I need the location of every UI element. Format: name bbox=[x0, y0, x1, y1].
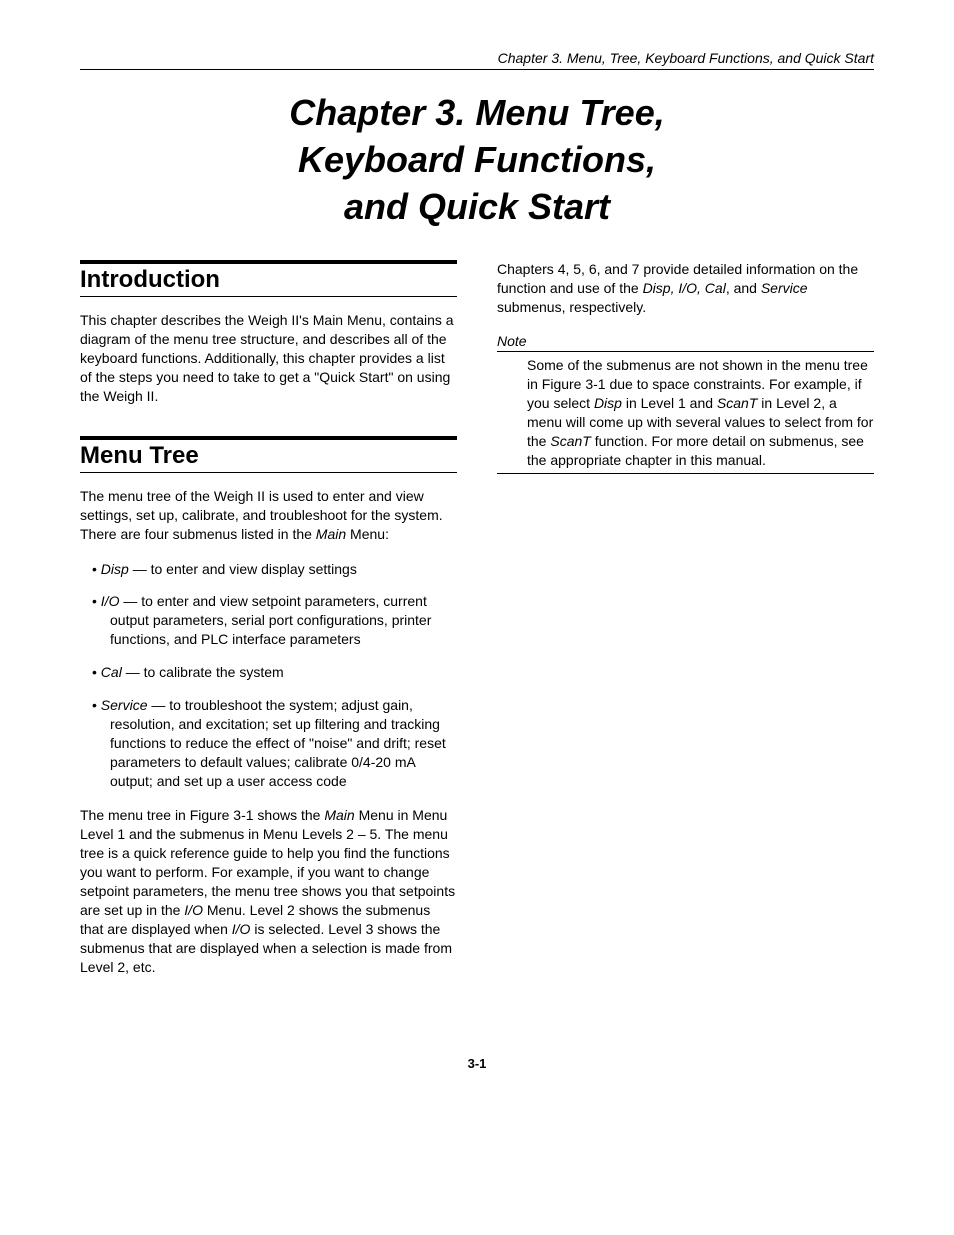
figure-para-prefix: The menu tree in Figure 3-1 shows the bbox=[80, 807, 324, 823]
chapters-para-italic2: Service bbox=[761, 280, 808, 296]
item-name: Cal bbox=[101, 664, 122, 680]
note-label: Note bbox=[497, 333, 874, 349]
note-body: Some of the submenus are not shown in th… bbox=[497, 351, 874, 474]
item-desc: — to calibrate the system bbox=[122, 664, 284, 680]
list-item: Cal — to calibrate the system bbox=[92, 663, 457, 682]
item-name: I/O bbox=[101, 593, 120, 609]
menu-tree-intro-main: Main bbox=[316, 526, 346, 542]
item-desc: — to enter and view setpoint parameters,… bbox=[110, 593, 431, 647]
page-number: 3-1 bbox=[80, 1056, 874, 1071]
introduction-section: Introduction This chapter describes the … bbox=[80, 260, 457, 405]
chapter-title-line-2: Keyboard Functions, bbox=[298, 139, 656, 180]
left-column: Introduction This chapter describes the … bbox=[80, 260, 457, 1006]
note-p2: in Level 1 and bbox=[622, 395, 717, 411]
menu-tree-intro-suffix: Menu: bbox=[346, 526, 389, 542]
introduction-heading: Introduction bbox=[80, 260, 457, 297]
item-desc: — to troubleshoot the system; adjust gai… bbox=[110, 697, 446, 789]
submenu-list: Disp — to enter and view display setting… bbox=[80, 560, 457, 791]
chapters-para-mid: , and bbox=[726, 280, 761, 296]
menu-tree-intro: The menu tree of the Weigh II is used to… bbox=[80, 487, 457, 544]
menu-tree-section: Menu Tree The menu tree of the Weigh II … bbox=[80, 436, 457, 977]
list-item: Service — to troubleshoot the system; ad… bbox=[92, 696, 457, 790]
menu-tree-figure-para: The menu tree in Figure 3-1 shows the Ma… bbox=[80, 806, 457, 976]
right-column: Chapters 4, 5, 6, and 7 provide detailed… bbox=[497, 260, 874, 1006]
menu-tree-heading: Menu Tree bbox=[80, 436, 457, 473]
figure-para-main: Main bbox=[324, 807, 354, 823]
item-name: Disp bbox=[101, 561, 129, 577]
list-item: Disp — to enter and view display setting… bbox=[92, 560, 457, 579]
chapters-para-italic: Disp, I/O, Cal bbox=[643, 280, 726, 296]
chapter-title: Chapter 3. Menu Tree, Keyboard Functions… bbox=[80, 90, 874, 230]
content-columns: Introduction This chapter describes the … bbox=[80, 260, 874, 1006]
introduction-body: This chapter describes the Weigh II's Ma… bbox=[80, 311, 457, 405]
chapters-para-suffix: submenus, respectively. bbox=[497, 299, 646, 315]
item-desc: — to enter and view display settings bbox=[129, 561, 357, 577]
chapter-title-line-1: Chapter 3. Menu Tree, bbox=[289, 92, 664, 133]
chapter-title-line-3: and Quick Start bbox=[344, 186, 610, 227]
running-header: Chapter 3. Menu, Tree, Keyboard Function… bbox=[80, 50, 874, 70]
note-scant2: ScanT bbox=[550, 433, 590, 449]
figure-para-io2: I/O bbox=[232, 921, 251, 937]
note-disp: Disp bbox=[594, 395, 622, 411]
chapters-reference-para: Chapters 4, 5, 6, and 7 provide detailed… bbox=[497, 260, 874, 317]
note-scant: ScanT bbox=[717, 395, 757, 411]
figure-para-io: I/O bbox=[184, 902, 203, 918]
list-item: I/O — to enter and view setpoint paramet… bbox=[92, 592, 457, 649]
item-name: Service bbox=[101, 697, 148, 713]
